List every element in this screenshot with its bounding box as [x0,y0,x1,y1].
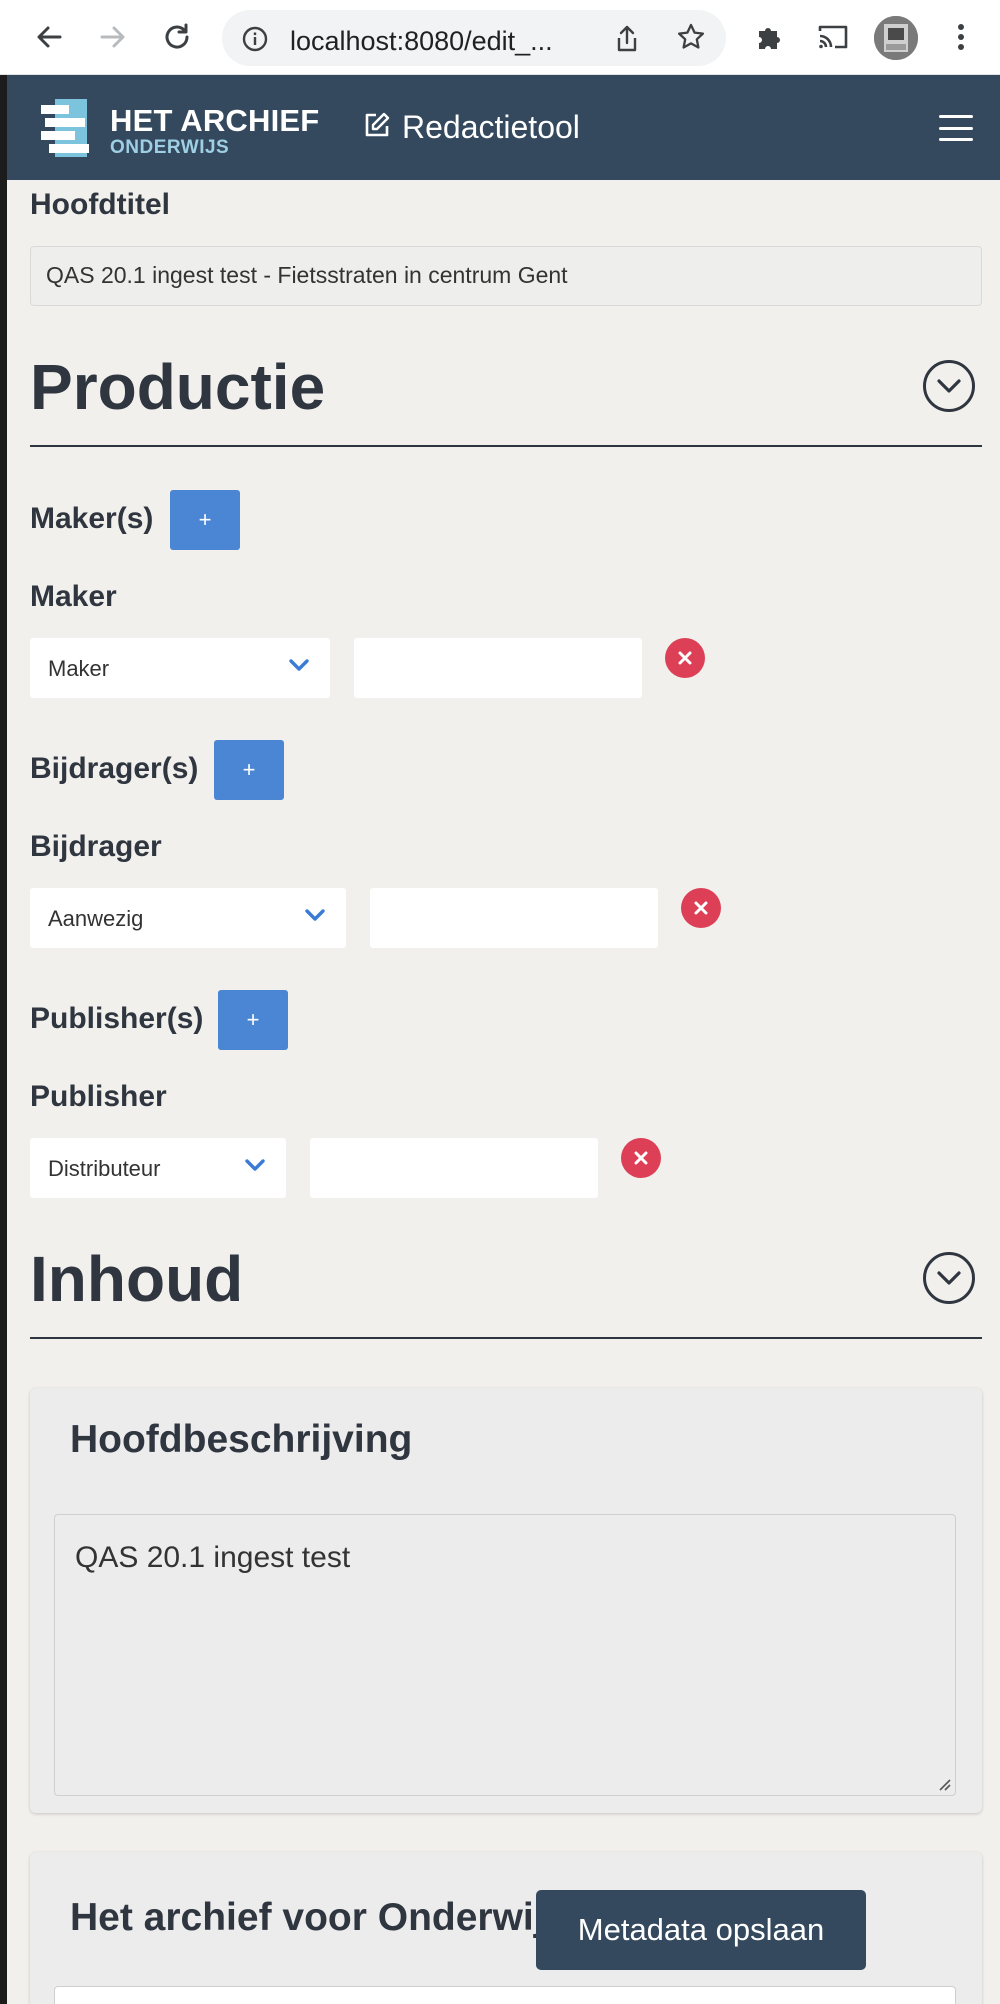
publisher-name-input[interactable] [310,1138,598,1198]
share-icon[interactable] [614,24,640,59]
vertical-dots-icon [958,24,964,50]
cast-icon [818,25,848,49]
main-description-value: QAS 20.1 ingest test [75,1541,351,1574]
productie-divider [30,445,982,447]
extensions-button[interactable] [746,14,792,60]
main-title-label: Hoofdtitel [30,188,170,221]
back-arrow-icon [37,26,62,48]
add-maker-button[interactable]: + [170,490,240,550]
address-bar[interactable]: localhost:8080/edit_... [222,10,726,66]
inhoud-divider [30,1337,982,1339]
add-publisher-button[interactable]: + [218,990,288,1050]
productie-collapse-toggle[interactable] [923,360,975,412]
productie-section-title: Productie [30,351,326,423]
logo-subtitle: ONDERWIJS [110,137,230,158]
reload-icon [165,23,189,49]
left-edge-strip [0,75,7,2004]
chevron-down-icon [289,659,309,671]
app-header: HET ARCHIEF ONDERWIJS Redactietool [7,75,1000,180]
inhoud-section-title: Inhoud [30,1243,244,1315]
remove-maker-button[interactable] [665,638,705,678]
back-button[interactable] [26,14,72,60]
maker-role-value: Maker [48,656,110,681]
bookmark-star-icon[interactable] [676,22,706,57]
add-contributor-button[interactable]: + [214,740,284,800]
reload-button[interactable] [154,14,200,60]
publisher-role-select[interactable]: Distributeur [30,1138,286,1198]
save-metadata-button[interactable]: Metadata opslaan [536,1890,866,1970]
main-description-textarea[interactable]: QAS 20.1 ingest test [54,1514,956,1796]
publisher-role-value: Distributeur [48,1156,161,1181]
hamburger-menu-icon[interactable] [939,115,973,141]
publishers-group-label: Publisher(s) [30,1002,204,1035]
archive-education-textarea[interactable] [54,1986,956,2004]
inhoud-collapse-toggle[interactable] [923,1252,975,1304]
remove-publisher-button[interactable] [621,1138,661,1178]
maker-role-select[interactable]: Maker [30,638,330,698]
resize-handle-icon[interactable] [935,1775,951,1791]
main-description-card: Hoofdbeschrijving QAS 20.1 ingest test [30,1388,982,1813]
chevron-down-icon [245,1159,265,1171]
archief-logo-icon [41,99,89,157]
main-description-title: Hoofdbeschrijving [70,1418,413,1461]
close-icon [634,1151,648,1165]
edit-icon [365,112,390,137]
chevron-down-icon [937,379,961,393]
makers-group-label: Maker(s) [30,502,154,535]
tool-title[interactable]: Redactietool [402,109,580,146]
contributor-role-value: Aanwezig [48,906,144,931]
contributor-item-label: Bijdrager [30,830,162,863]
contributor-role-select[interactable]: Aanwezig [30,888,346,948]
publisher-item-label: Publisher [30,1080,167,1113]
site-info-icon[interactable] [242,26,268,57]
close-icon [678,651,692,665]
remove-contributor-button[interactable] [681,888,721,928]
browser-menu-button[interactable] [938,14,984,60]
profile-avatar[interactable] [874,16,918,60]
contributors-group-label: Bijdrager(s) [30,752,199,785]
maker-name-input[interactable] [354,638,642,698]
forward-button[interactable] [90,14,136,60]
logo-title: HET ARCHIEF [110,103,320,138]
forward-arrow-icon [100,26,125,48]
maker-item-label: Maker [30,580,117,613]
chevron-down-icon [305,909,325,921]
cast-button[interactable] [810,14,856,60]
browser-toolbar: localhost:8080/edit_... [0,0,1000,75]
close-icon [694,901,708,915]
url-text[interactable]: localhost:8080/edit_... [290,26,553,57]
main-title-input[interactable]: QAS 20.1 ingest test - Fietsstraten in c… [30,246,982,306]
archive-education-title: Het archief voor Onderwijs [70,1896,567,1939]
puzzle-icon [759,28,780,49]
contributor-name-input[interactable] [370,888,658,948]
chevron-down-icon [937,1271,961,1285]
